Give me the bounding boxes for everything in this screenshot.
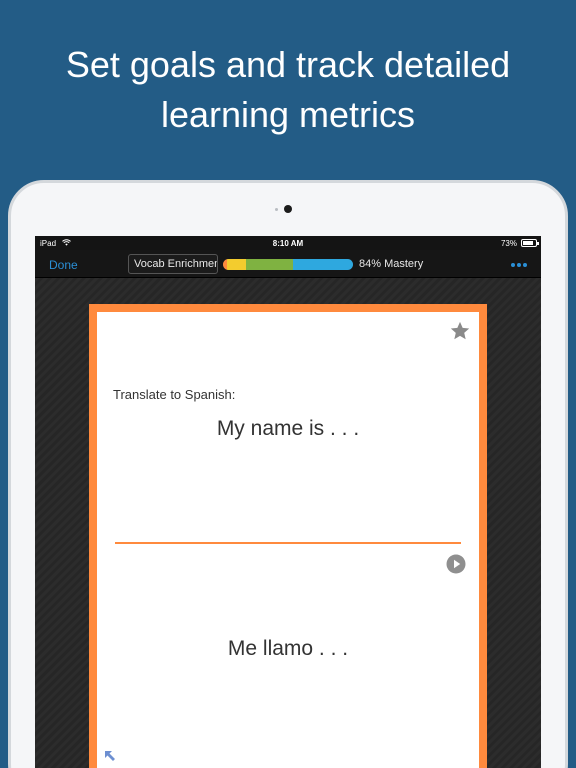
card-front-text: My name is . . .	[216, 417, 360, 440]
flashcard-face: Translate to Spanish: My name is . . . M…	[97, 312, 479, 768]
front-camera	[284, 205, 292, 213]
status-time: 8:10 AM	[272, 239, 304, 248]
ellipsis-icon[interactable]	[511, 263, 527, 267]
battery-percent: 73%	[500, 239, 517, 248]
star-icon[interactable]	[449, 320, 471, 342]
status-bar: iPad 8:10 AM 73%	[35, 236, 541, 250]
nav-bar: Done Vocab Enrichment 84% Mastery	[35, 250, 541, 278]
card-prompt: Translate to Spanish:	[113, 387, 236, 402]
headline: Set goals and track detailed learning me…	[0, 40, 576, 140]
card-divider	[115, 542, 461, 544]
sensor-dot	[275, 208, 278, 211]
battery-icon	[521, 239, 539, 247]
done-button[interactable]: Done	[49, 258, 78, 272]
headline-line-2: learning metrics	[160, 94, 416, 135]
card-back-text: Me llamo . . .	[227, 637, 349, 660]
deck-title-field[interactable]: Vocab Enrichment	[128, 254, 218, 274]
mastery-segment-2	[246, 259, 294, 270]
mastery-progress-bar	[223, 259, 353, 270]
ipad-screen: iPad 8:10 AM 73% Done Vocab Enrichment 8…	[35, 236, 541, 768]
mastery-segment-3	[293, 259, 353, 270]
mastery-segment-1	[226, 259, 247, 270]
mastery-label: 84% Mastery	[359, 258, 424, 270]
play-audio-icon[interactable]	[446, 554, 466, 574]
headline-line-1: Set goals and track detailed	[65, 44, 511, 85]
expand-arrow-icon[interactable]	[103, 749, 117, 763]
flashcard[interactable]: Translate to Spanish: My name is . . . M…	[89, 304, 487, 768]
